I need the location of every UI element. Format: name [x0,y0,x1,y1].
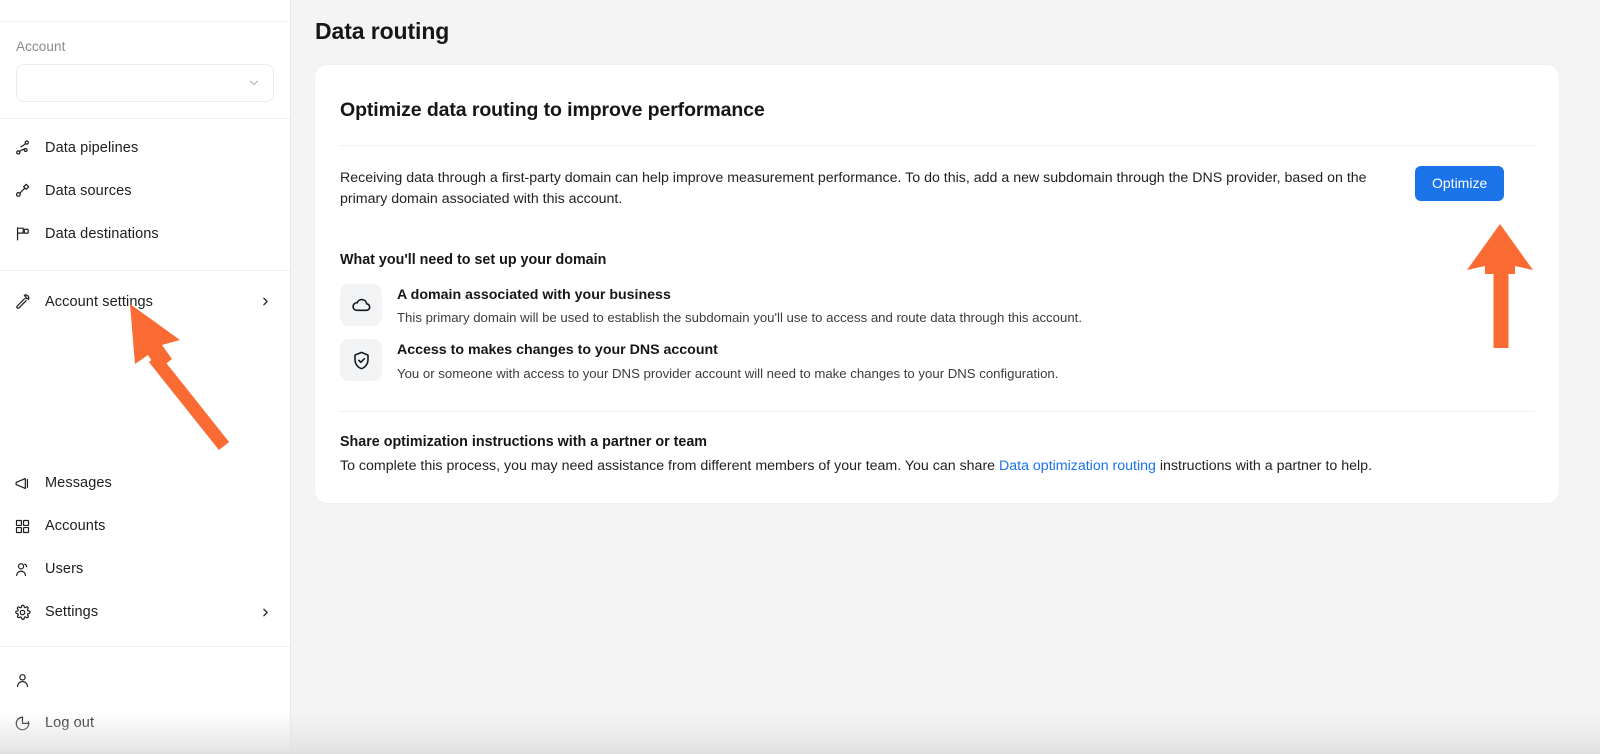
sidebar-top-divider [0,0,290,22]
sidebar-settings-nav: Account settings [0,269,290,338]
account-section: Account [0,22,290,119]
main-content: Data routing Optimize data routing to im… [291,0,1600,754]
app-root: Account Data pipelines Data sources Data… [0,0,1600,754]
sidebar-item-label: Account settings [45,293,153,310]
account-settings-icon [14,293,36,310]
data-routing-card: Optimize data routing to improve perform… [315,64,1559,503]
card-divider-bottom [339,410,1535,412]
page-title: Data routing [315,18,450,44]
data-pipelines-icon [14,139,36,156]
sidebar-item-data-pipelines[interactable]: Data pipelines [0,133,290,163]
share-heading: Share optimization instructions with a p… [340,433,708,450]
need-body: Access to makes changes to your DNS acco… [397,339,1058,382]
need-description: You or someone with access to your DNS p… [397,365,1059,381]
data-optimization-routing-link[interactable]: Data optimization routing [999,458,1156,474]
sidebar-item-label: Messages [45,475,112,491]
chevron-right-icon [259,295,272,308]
data-destinations-icon [14,225,36,242]
sidebar-primary-nav: Data pipelines Data sources Data destina… [0,119,290,270]
optimize-button[interactable]: Optimize [1415,165,1505,201]
need-item-dns-access: Access to makes changes to your DNS acco… [339,339,1535,382]
sidebar-item-label: Users [45,561,84,577]
intro-paragraph: Receiving data through a first-party dom… [340,169,1367,208]
gear-icon [14,604,36,621]
chevron-right-icon [259,606,272,619]
cloud-icon [340,284,382,327]
chevron-down-icon [247,76,261,90]
sidebar-item-label: Data destinations [45,225,159,242]
intro-row: Receiving data through a first-party dom… [339,146,1535,211]
log-out-icon [14,715,36,732]
sidebar-footer-nav: Log out [0,647,290,754]
sidebar-item-label: Settings [45,604,99,620]
sidebar-item-label: Data pipelines [45,139,139,156]
need-body: A domain associated with your business T… [397,284,1082,327]
sidebar-item-profile[interactable] [0,665,290,695]
account-label: Account [16,39,66,54]
card-title: Optimize data routing to improve perform… [340,98,765,121]
person-icon [14,672,36,689]
sidebar-lower-nav: Messages Accounts Users Settings [0,452,290,644]
sidebar-item-settings[interactable]: Settings [0,597,290,627]
grid-icon [14,518,36,535]
sidebar-item-accounts[interactable]: Accounts [0,511,290,541]
megaphone-icon [14,475,36,492]
share-text-before: To complete this process, you may need a… [340,457,999,474]
account-select[interactable] [16,63,274,102]
sidebar-item-label: Accounts [45,518,106,534]
share-text-after: instructions with a partner to help. [1155,457,1373,474]
sidebar-item-log-out[interactable]: Log out [0,708,290,738]
users-icon [14,561,36,578]
need-description: This primary domain will be used to esta… [397,310,1082,326]
sidebar-item-messages[interactable]: Messages [0,468,290,498]
sidebar-item-account-settings[interactable]: Account settings [0,287,290,317]
need-title: A domain associated with your business [397,287,671,304]
share-paragraph: To complete this process, you may need a… [340,456,1535,477]
sidebar-item-data-sources[interactable]: Data sources [0,176,290,206]
sidebar-item-label: Log out [45,715,95,731]
need-item-domain: A domain associated with your business T… [339,284,1535,327]
sidebar: Account Data pipelines Data sources Data… [0,0,291,754]
need-title: Access to makes changes to your DNS acco… [397,342,718,359]
sidebar-item-label: Data sources [45,182,132,199]
sidebar-item-users[interactable]: Users [0,554,290,584]
data-sources-icon [14,182,36,199]
shield-check-icon [340,339,382,382]
sidebar-item-data-destinations[interactable]: Data destinations [0,219,290,249]
needs-heading: What you'll need to set up your domain [340,252,607,269]
